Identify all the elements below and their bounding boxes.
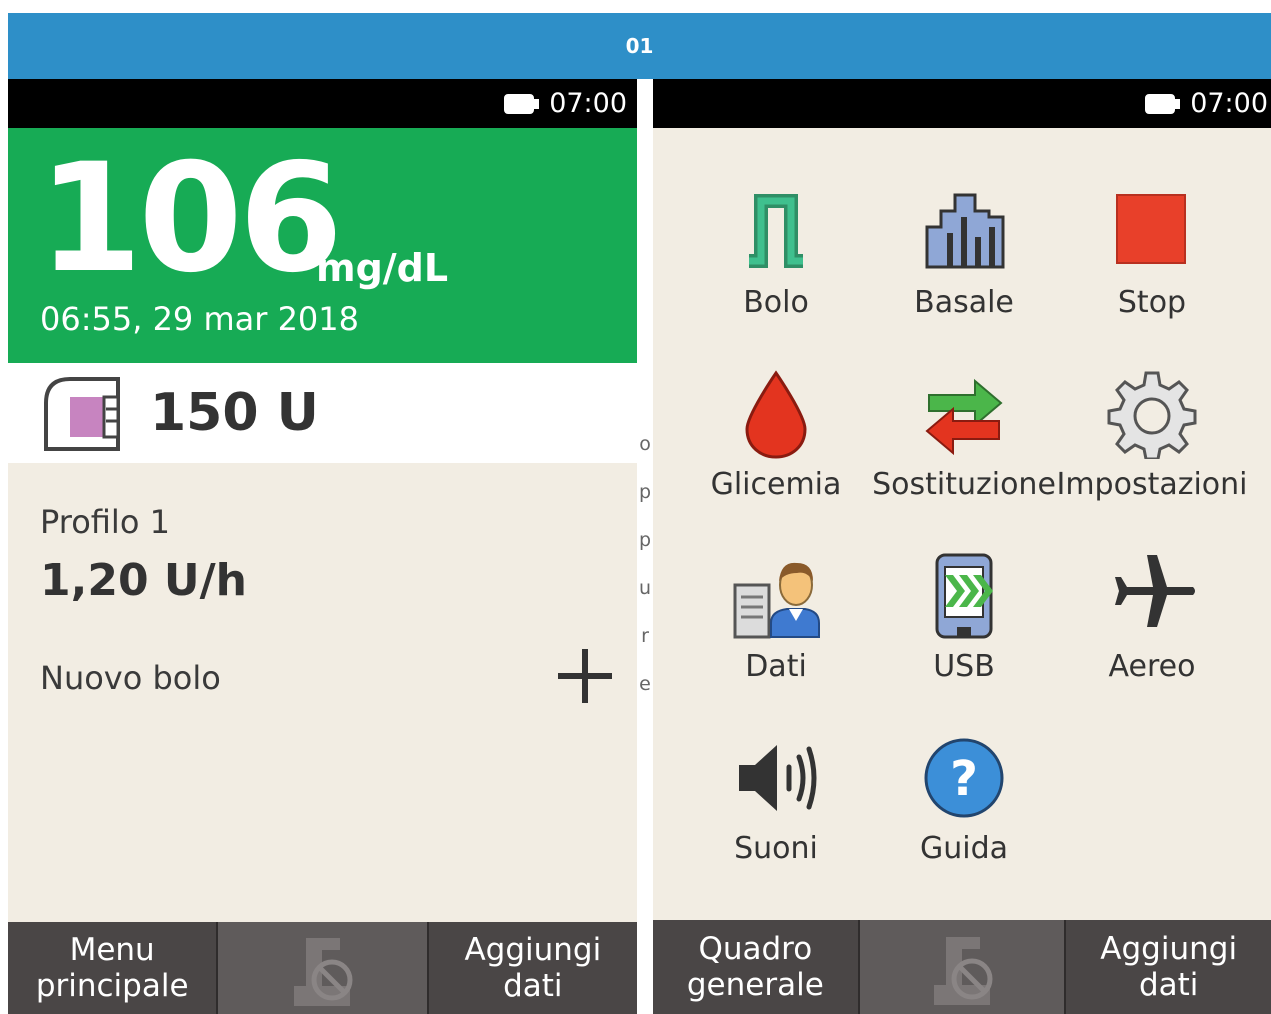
softkey-bar: Quadro generale Aggiungi dati: [653, 920, 1271, 1014]
main-menu-screen: 07:00 Bolo Basale Stop Glicemia Sostituz…: [653, 79, 1271, 1014]
menu-item-aereo[interactable]: Aereo: [1057, 551, 1247, 721]
home-screen: 07:00 106 mg/dL 06:55, 29 mar 2018 150 U…: [8, 79, 637, 1014]
softkey-label-line2: principale: [35, 968, 189, 1004]
menu-item-sostituzione[interactable]: Sostituzione: [869, 369, 1059, 539]
menu-item-label: Stop: [1117, 285, 1187, 320]
basal-profile-label: Profilo 1: [40, 503, 170, 541]
menu-item-suoni[interactable]: Suoni: [681, 733, 871, 903]
basal-rate: 1,20 U/h: [40, 555, 248, 606]
gear-icon: [1107, 371, 1197, 459]
vertical-letter: e: [639, 673, 651, 695]
pump-stop-icon: [294, 938, 353, 1006]
vertical-letter: p: [639, 529, 652, 551]
bolus-icon: [749, 194, 803, 268]
menu-item-basale[interactable]: Basale: [869, 187, 1059, 357]
softkey-label-line1: Aggiungi: [464, 932, 602, 968]
glucose-value: 106: [38, 132, 343, 306]
data-person-icon: [733, 562, 820, 639]
add-data-softkey[interactable]: Aggiungi dati: [428, 922, 637, 1014]
battery-nub: [534, 99, 539, 109]
usb-phone-icon: [935, 553, 993, 639]
menu-item-label: Sostituzione: [872, 467, 1056, 502]
softkey-bar: Menu principale Aggiungi dati: [8, 922, 637, 1014]
menu-item-label: USB: [933, 649, 995, 684]
vertical-letter: r: [641, 625, 649, 647]
menu-item-dati[interactable]: Dati: [681, 551, 871, 721]
menu-item-bolo[interactable]: Bolo: [681, 187, 871, 357]
softkey-label-line2: generale: [686, 967, 824, 1003]
vertical-letter: u: [639, 577, 652, 599]
cartridge-panel: 150 U: [8, 363, 637, 463]
main-menu-softkey[interactable]: Menu principale: [8, 922, 219, 1014]
stop-icon: [1116, 194, 1186, 264]
glucose-unit: mg/dL: [316, 246, 449, 290]
airplane-icon: [1115, 555, 1195, 627]
menu-item-glicemia[interactable]: Glicemia: [681, 369, 871, 539]
blood-drop-icon: [745, 370, 807, 459]
speaker-icon: [739, 745, 817, 811]
menu-item-stop[interactable]: Stop: [1057, 187, 1247, 357]
step-banner: 01: [8, 13, 1271, 79]
status-time: 07:00: [549, 88, 627, 119]
cartridge-value: 150 U: [150, 383, 319, 443]
glucose-panel[interactable]: 106 mg/dL 06:55, 29 mar 2018: [8, 128, 637, 363]
svg-text:?: ?: [950, 751, 978, 807]
menu-item-guida[interactable]: ? Guida: [869, 733, 1059, 903]
cartridge-icon: [44, 377, 120, 451]
status-bar: 07:00: [653, 79, 1271, 128]
status-bar: 07:00: [8, 79, 637, 128]
pump-stop-softkey[interactable]: [218, 922, 429, 1014]
vertical-text: o p p u r e: [639, 420, 651, 708]
softkey-label-line2: dati: [1138, 967, 1199, 1003]
battery-nub: [1175, 99, 1180, 109]
basal-icon: [925, 193, 1005, 269]
pump-stop-softkey[interactable]: [859, 920, 1067, 1014]
battery-icon: [504, 94, 534, 114]
menu-item-label: Dati: [745, 649, 807, 684]
add-bolus-icon[interactable]: [558, 649, 612, 703]
overview-softkey[interactable]: Quadro generale: [653, 920, 860, 1014]
menu-item-usb[interactable]: USB: [869, 551, 1059, 721]
help-icon: ?: [924, 738, 1004, 818]
menu-item-impostazioni[interactable]: Impostazioni: [1056, 369, 1248, 539]
battery-icon: [1145, 94, 1175, 114]
vertical-letter: o: [639, 433, 651, 455]
softkey-label-line1: Aggiungi: [1100, 931, 1238, 967]
menu-item-label: Aereo: [1108, 649, 1196, 684]
softkey-label-line1: Quadro: [698, 931, 813, 967]
menu-item-label: Bolo: [743, 285, 809, 320]
menu-item-label: Guida: [919, 831, 1009, 866]
pump-stop-icon: [934, 937, 993, 1005]
status-time: 07:00: [1190, 88, 1268, 119]
glucose-timestamp: 06:55, 29 mar 2018: [40, 300, 359, 338]
softkey-label-line1: Menu: [69, 932, 155, 968]
exchange-arrows-icon: [925, 378, 1003, 456]
add-data-softkey[interactable]: Aggiungi dati: [1066, 920, 1271, 1014]
menu-item-label: Basale: [914, 285, 1014, 320]
softkey-label-line2: dati: [503, 968, 563, 1004]
menu-item-label: Suoni: [734, 831, 818, 866]
new-bolus-label[interactable]: Nuovo bolo: [40, 659, 221, 697]
step-number: 01: [625, 34, 654, 58]
vertical-letter: p: [639, 481, 652, 503]
menu-item-label: Impostazioni: [1056, 467, 1248, 502]
menu-item-label: Glicemia: [710, 467, 842, 502]
